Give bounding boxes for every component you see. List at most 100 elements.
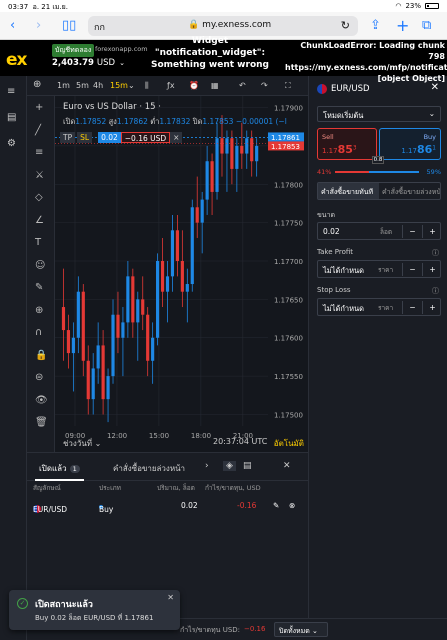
candle-body xyxy=(240,145,244,154)
text-icon[interactable]: T xyxy=(35,237,41,248)
indicators-icon[interactable]: ƒx xyxy=(167,81,175,90)
layout-icon[interactable]: ▦ xyxy=(211,81,219,90)
volume-field[interactable]: 0.02 ล็อต − + xyxy=(317,222,441,240)
candle-type-icon[interactable]: ⫼ xyxy=(145,81,149,91)
table-row[interactable]: EUR/USD Buy 0.02 -0.16 ✎ ⊗ xyxy=(27,497,308,515)
take-profit-field[interactable]: ไม่ได้กำหนด ราคา − + xyxy=(317,260,441,278)
timeframe-1m[interactable]: 1m xyxy=(57,81,70,90)
trash-icon[interactable]: 🗑 xyxy=(35,417,48,428)
layers-icon[interactable]: ◈ xyxy=(223,461,236,471)
zoom-icon[interactable]: ⊕ xyxy=(35,305,43,316)
reload-icon[interactable]: ↻ xyxy=(341,19,350,32)
tab-market-order[interactable]: คำสั่งซื้อขายทันที xyxy=(318,183,379,199)
menu-icon[interactable]: ≡ xyxy=(7,86,15,97)
timeframe-15m[interactable]: 15m xyxy=(110,81,128,90)
magnet-icon[interactable]: ∩ xyxy=(35,327,42,338)
chart-toolbar: ⊕ 1m 5m 4h 15m ⌄ ⫼ ƒx ⏰ ▦ ↶ ↷ ⛶ xyxy=(27,76,308,96)
widget-error-text: Widget "notification_widget": Something … xyxy=(151,36,269,70)
order-panel: EUR/USD ✕ โหมดเริ่มต้น ⌄ Sell 1.17853 Buy… xyxy=(308,76,447,640)
candle-body xyxy=(136,299,140,323)
candle-body xyxy=(141,299,145,315)
wifi-icon: ◠ xyxy=(395,2,402,10)
sl-handle[interactable]: SL xyxy=(77,132,93,144)
sl-decrease-button[interactable]: − xyxy=(402,301,422,314)
chevron-right-icon[interactable]: › xyxy=(205,461,209,471)
hide-drawings-icon[interactable]: ⊜ xyxy=(35,372,43,383)
url-text: 🔒 my.exness.com xyxy=(188,20,272,30)
brush-icon[interactable]: ◇ xyxy=(35,192,43,203)
address-bar[interactable]: กก 🔒 my.exness.com ↻ xyxy=(88,16,358,36)
alert-icon[interactable]: ⏰ xyxy=(189,81,199,90)
sl-increase-button[interactable]: + xyxy=(422,301,442,314)
candle-body xyxy=(225,138,229,154)
close-icon[interactable]: ✕ xyxy=(167,593,174,602)
timeframe-5m[interactable]: 5m xyxy=(76,81,89,90)
timeframe-4h[interactable]: 4h xyxy=(93,81,103,90)
candle-body xyxy=(101,345,105,400)
trend-line-icon[interactable]: ╱ xyxy=(35,125,41,136)
candle-body xyxy=(210,161,214,192)
chevron-down-icon: ⌄ xyxy=(428,109,435,118)
ruler-icon[interactable]: ✎ xyxy=(35,282,43,293)
y-tick-label: 1.17800 xyxy=(274,181,303,189)
eye-icon[interactable]: 👁 xyxy=(35,395,48,406)
pattern-icon[interactable]: ⚔ xyxy=(35,170,44,181)
grid-icon[interactable]: ▤ xyxy=(243,461,252,471)
measure-icon[interactable]: ∠ xyxy=(35,215,44,226)
chart-footer: ช่วงวันที่ ⌄ 20:37:04 UTC อัตโนมัติ xyxy=(55,433,308,451)
close-all-button[interactable]: ปิดทั้งหมด ⌄ xyxy=(274,622,328,637)
order-mode-select[interactable]: โหมดเริ่มต้น ⌄ xyxy=(317,106,441,122)
tp-increase-button[interactable]: + xyxy=(422,263,442,276)
candle-body xyxy=(151,337,155,361)
back-icon[interactable]: ‹ xyxy=(10,18,15,34)
position-line[interactable]: TP SL 0.02 −0.16 USD × xyxy=(60,132,183,144)
candle-body xyxy=(200,199,204,223)
volume-increase-button[interactable]: + xyxy=(422,225,442,238)
redo-icon[interactable]: ↷ xyxy=(261,81,268,90)
tab-pending-positions[interactable]: คำสั่งซื้อขายล่วงหน้า xyxy=(113,462,185,475)
forward-icon[interactable]: › xyxy=(36,18,41,34)
edit-icon[interactable]: ✎ xyxy=(273,501,279,510)
info-icon[interactable]: ⓘ xyxy=(432,286,439,296)
sell-button[interactable]: Sell 1.17853 xyxy=(317,128,377,160)
candle-body xyxy=(195,207,199,223)
candle-body xyxy=(131,276,135,323)
candle-body xyxy=(165,276,170,292)
close-position-icon[interactable]: ⊗ xyxy=(289,501,295,510)
crosshair-icon[interactable]: + xyxy=(35,102,43,113)
timeframe-chevron-icon[interactable]: ⌄ xyxy=(128,81,135,90)
candle-body xyxy=(111,314,115,377)
tp-decrease-button[interactable]: − xyxy=(402,263,422,276)
position-lots: 0.02 xyxy=(98,132,121,144)
undo-icon[interactable]: ↶ xyxy=(239,81,246,90)
emoji-icon[interactable]: ☺ xyxy=(35,260,45,271)
lock-icon[interactable]: 🔒 xyxy=(35,350,47,361)
add-indicator-icon[interactable]: ⊕ xyxy=(33,79,41,90)
tab-open-positions[interactable]: เปิดแล้ว 1 xyxy=(35,453,84,481)
positions-tabs: เปิดแล้ว 1 คำสั่งซื้อขายล่วงหน้า › ◈ ▤ ✕ xyxy=(27,453,308,481)
new-tab-icon[interactable]: + xyxy=(396,18,409,34)
account-balance[interactable]: 2,403.79 USD ⌄ xyxy=(52,58,125,68)
fib-icon[interactable]: ≡ xyxy=(35,147,43,158)
tabs-icon[interactable]: ⧉ xyxy=(422,18,431,34)
book-icon[interactable]: ▯▯ xyxy=(62,18,76,34)
auto-scale-toggle[interactable]: อัตโนมัติ xyxy=(274,437,304,450)
exness-logo[interactable]: ex xyxy=(6,50,27,70)
share-icon[interactable]: ⇪ xyxy=(370,18,381,34)
calendar-icon[interactable]: ▤ xyxy=(7,112,16,123)
page: 03:37 อ. 21 เม.ย. ◠ 23% ‹ › ▯▯ กก 🔒 my.e… xyxy=(0,0,447,640)
settings-icon[interactable]: ⚙ xyxy=(7,138,16,149)
price-chart[interactable]: 1.179001.178501.178001.177501.177001.176… xyxy=(55,96,335,440)
candle-body xyxy=(116,314,120,338)
reader-aa-button[interactable]: กก xyxy=(94,20,105,34)
close-position-icon[interactable]: × xyxy=(170,132,183,144)
volume-decrease-button[interactable]: − xyxy=(402,225,422,238)
stop-loss-field[interactable]: ไม่ได้กำหนด ราคา − + xyxy=(317,298,441,316)
tab-pending-order[interactable]: คำสั่งซื้อขายล่วงหน้า xyxy=(379,183,440,199)
date-range-button[interactable]: ช่วงวันที่ ⌄ xyxy=(63,437,101,450)
candle-body xyxy=(106,376,110,400)
info-icon[interactable]: ⓘ xyxy=(432,248,439,258)
tp-handle[interactable]: TP xyxy=(60,132,76,144)
close-icon[interactable]: ✕ xyxy=(283,461,291,471)
buy-button[interactable]: Buy 1.17861 xyxy=(379,128,441,160)
